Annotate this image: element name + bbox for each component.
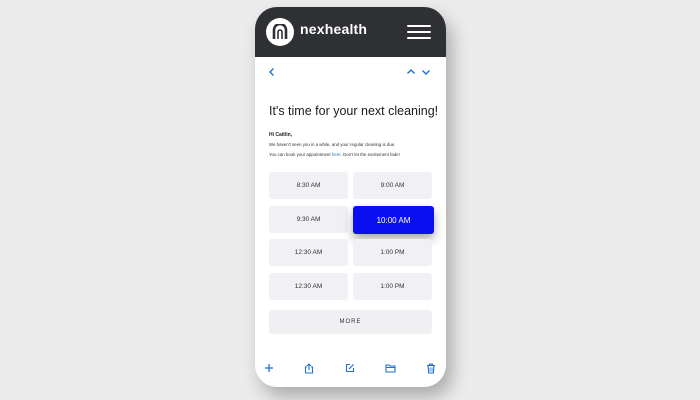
time-slot-button[interactable]: 1:00 PM <box>353 273 432 300</box>
time-slot-button-selected[interactable]: 10:00 AM <box>353 206 434 234</box>
email-body-text: . Don't let the excitement fade! <box>340 152 400 157</box>
folder-icon[interactable] <box>385 363 396 373</box>
chevron-left-icon[interactable] <box>267 67 277 77</box>
time-slot-button[interactable]: 9:00 AM <box>353 172 432 199</box>
more-button[interactable]: MORE <box>269 310 432 334</box>
booking-link[interactable]: here <box>332 152 341 157</box>
time-slot-button[interactable]: 1:00 PM <box>353 239 432 266</box>
nexhealth-logo-icon <box>266 18 294 46</box>
chevron-down-icon[interactable] <box>421 67 431 77</box>
phone-frame: nexhealth It's time for your next cleani… <box>255 7 446 387</box>
email-greeting: Hi Caitlin, <box>269 132 293 138</box>
time-slot-button[interactable]: 9:30 AM <box>269 206 348 233</box>
app-header: nexhealth <box>255 7 446 57</box>
email-headline: It's time for your next cleaning! <box>269 104 439 118</box>
share-icon[interactable] <box>304 363 314 374</box>
time-slot-button[interactable]: 12:30 AM <box>269 239 348 266</box>
email-body-line: You can book your appointment here. Don'… <box>269 152 400 157</box>
compose-icon[interactable] <box>345 363 355 373</box>
plus-icon[interactable] <box>264 363 274 373</box>
trash-icon[interactable] <box>426 363 436 374</box>
time-slot-button[interactable]: 12:30 AM <box>269 273 348 300</box>
email-body-text: You can book your appointment <box>269 152 332 157</box>
chevron-up-icon[interactable] <box>406 67 416 77</box>
brand-name: nexhealth <box>300 21 368 37</box>
time-slot-button[interactable]: 8:30 AM <box>269 172 348 199</box>
hamburger-menu-icon[interactable] <box>407 25 431 39</box>
email-body-line: We haven't seen you in a while, and your… <box>269 142 396 147</box>
